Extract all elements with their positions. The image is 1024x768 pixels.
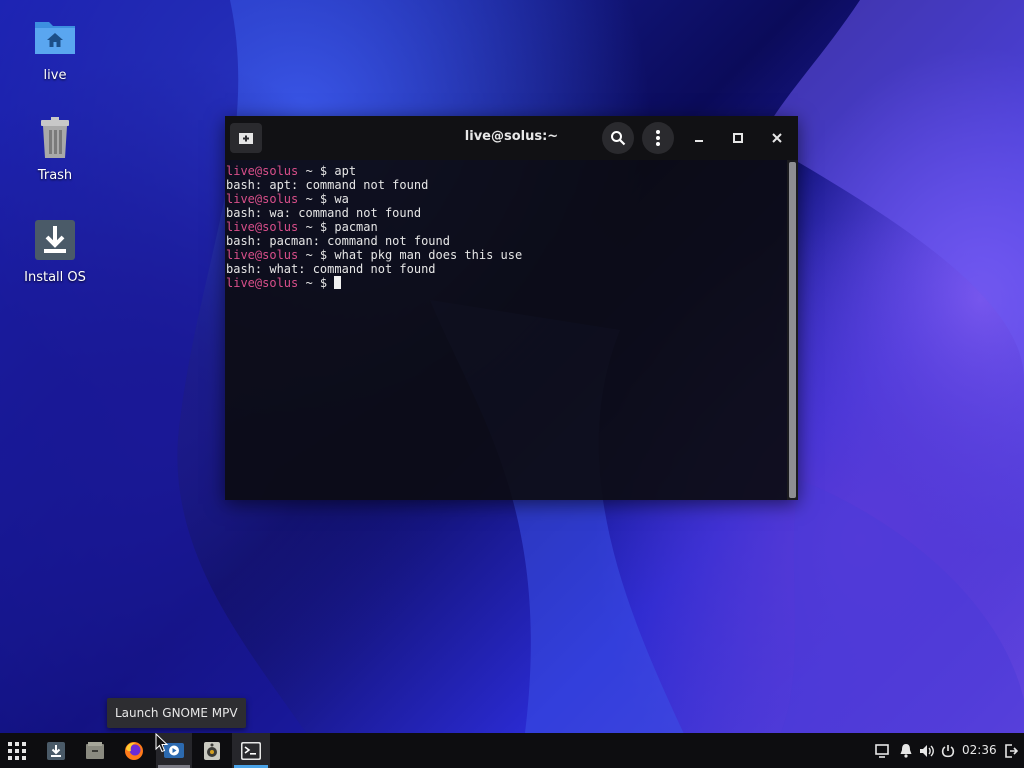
- clock[interactable]: 02:36: [962, 733, 997, 768]
- logout-button[interactable]: [1001, 733, 1021, 768]
- tooltip: Launch GNOME MPV: [107, 698, 246, 728]
- install-download-icon: [35, 220, 75, 260]
- terminal-output-line: bash: what: command not found: [226, 262, 436, 276]
- terminal-icon: [241, 741, 261, 760]
- desktop-icon-trash[interactable]: Trash: [10, 114, 100, 183]
- mouse-pointer-icon: [155, 733, 169, 753]
- notification-area-icon: [875, 743, 889, 758]
- desktop-icon-label: Install OS: [24, 270, 86, 285]
- home-folder-icon: [35, 22, 75, 54]
- desktop-icon-install-os[interactable]: Install OS: [10, 216, 100, 285]
- window-title: live@solus:~: [464, 129, 559, 144]
- power-button[interactable]: [938, 733, 958, 768]
- taskbar-terminal[interactable]: [232, 733, 270, 768]
- taskbar: 02:36: [0, 733, 1024, 768]
- terminal-window[interactable]: live@solus:~ live@solus ~ $ apt bash: ap…: [225, 116, 798, 500]
- terminal-output-line: bash: apt: command not found: [226, 178, 429, 192]
- logout-icon: [1005, 743, 1018, 758]
- minimize-icon: [695, 140, 703, 142]
- command-text: wa: [334, 192, 349, 206]
- desktop-icon-label: Trash: [37, 168, 73, 183]
- terminal-prompt-line: live@solus ~ $: [226, 276, 786, 290]
- maximize-button[interactable]: [728, 128, 748, 148]
- terminal-output[interactable]: live@solus ~ $ apt bash: apt: command not…: [225, 160, 787, 500]
- terminal-prompt-line: live@solus ~ $ wa: [226, 192, 786, 206]
- notification-area-button[interactable]: [872, 733, 892, 768]
- taskbar-files[interactable]: [81, 733, 109, 768]
- notifications-button[interactable]: [896, 733, 916, 768]
- desktop: live Trash Install OS live@solus:~ live@…: [0, 0, 1024, 768]
- search-icon: [611, 131, 626, 146]
- prompt-user: live@solus: [226, 164, 299, 178]
- power-icon: [941, 744, 955, 757]
- minimize-button[interactable]: [689, 128, 709, 148]
- command-text: pacman: [334, 220, 378, 234]
- terminal-scrollbar[interactable]: [787, 160, 798, 500]
- taskbar-rhythmbox[interactable]: [198, 733, 226, 768]
- terminal-output-line: bash: pacman: command not found: [226, 234, 450, 248]
- prompt-user: live@solus: [226, 276, 299, 290]
- prompt-user: live@solus: [226, 220, 299, 234]
- prompt-path: ~ $: [298, 192, 335, 206]
- maximize-icon: [733, 133, 743, 143]
- prompt-user: live@solus: [226, 192, 299, 206]
- kebab-menu-icon: [656, 130, 660, 146]
- taskbar-firefox[interactable]: [120, 733, 148, 768]
- terminal-titlebar[interactable]: live@solus:~: [225, 116, 798, 160]
- files-icon: [86, 741, 104, 759]
- text-cursor: [334, 276, 342, 289]
- terminal-prompt-line: live@solus ~ $ pacman: [226, 220, 786, 234]
- prompt-path: ~ $: [298, 248, 335, 262]
- prompt-path: ~ $: [298, 276, 335, 290]
- close-icon: [772, 133, 782, 143]
- command-text: apt: [334, 164, 357, 178]
- menu-button[interactable]: [642, 122, 674, 154]
- taskbar-installer[interactable]: [42, 733, 70, 768]
- firefox-icon: [125, 741, 143, 760]
- volume-button[interactable]: [917, 733, 937, 768]
- volume-icon: [920, 744, 934, 757]
- prompt-path: ~ $: [298, 164, 335, 178]
- prompt-user: live@solus: [226, 248, 299, 262]
- desktop-icon-home[interactable]: live: [10, 14, 100, 83]
- terminal-prompt-line: live@solus ~ $ apt: [226, 164, 786, 178]
- install-download-icon: [47, 741, 65, 760]
- scrollbar-thumb[interactable]: [789, 162, 796, 498]
- app-menu-button[interactable]: [2, 733, 32, 768]
- search-button[interactable]: [602, 122, 634, 154]
- speaker-icon: [204, 741, 220, 760]
- bell-icon: [900, 744, 912, 758]
- app-grid-icon: [8, 741, 26, 760]
- desktop-icon-label: live: [43, 68, 67, 83]
- prompt-path: ~ $: [298, 220, 335, 234]
- command-text: what pkg man does this use: [334, 248, 523, 262]
- close-button[interactable]: [767, 128, 787, 148]
- terminal-output-line: bash: wa: command not found: [226, 206, 422, 220]
- terminal-prompt-line: live@solus ~ $ what pkg man does this us…: [226, 248, 786, 262]
- trash-icon: [41, 117, 69, 158]
